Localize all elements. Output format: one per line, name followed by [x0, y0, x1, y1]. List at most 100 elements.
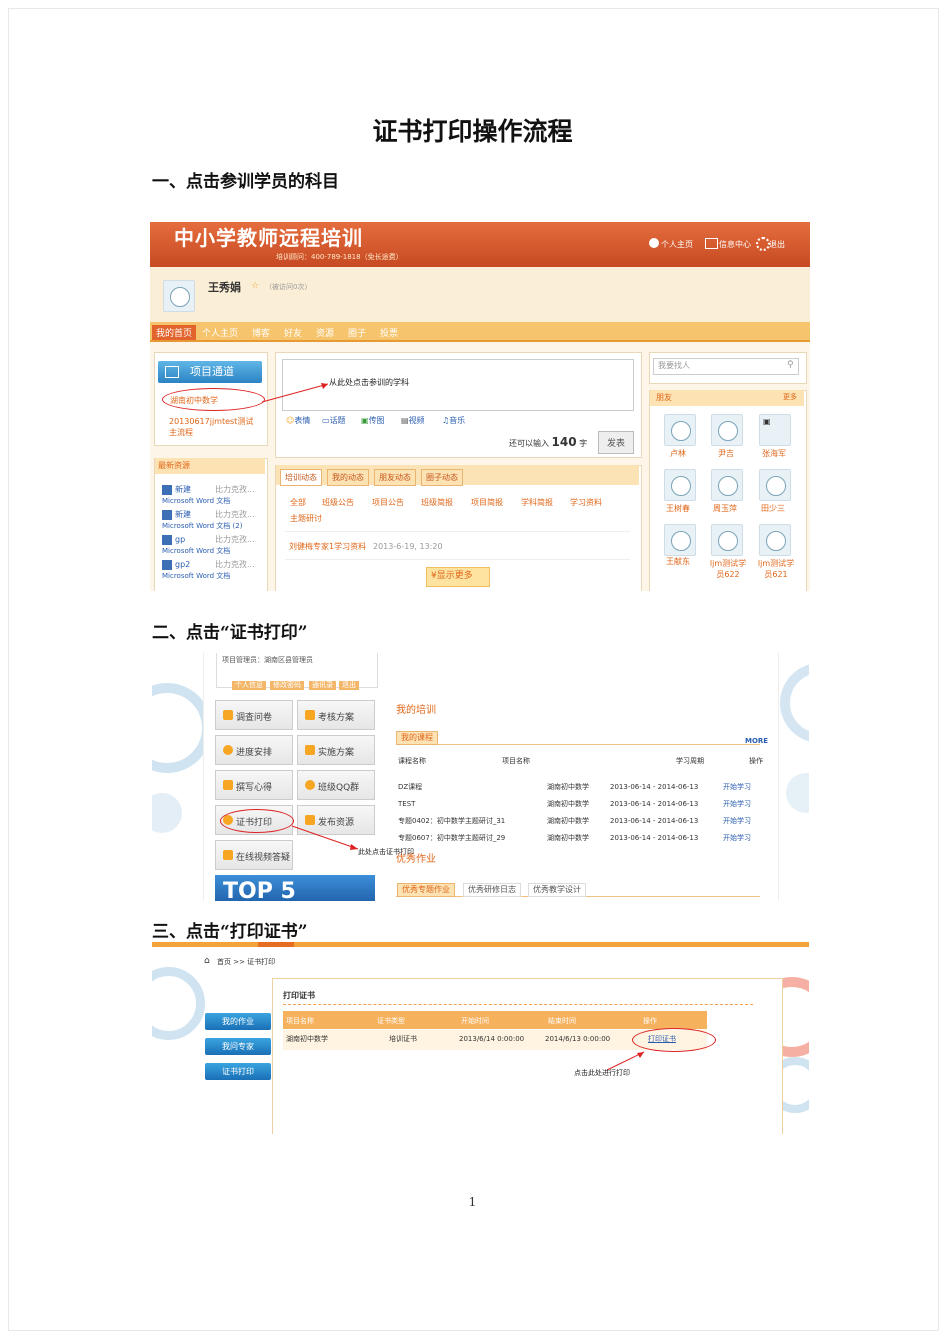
filter-all[interactable]: 全部	[290, 499, 306, 507]
row-project: 湖南初中数学	[286, 1035, 328, 1043]
filter-subject-brief[interactable]: 学科简报	[521, 499, 553, 507]
friends-more-link[interactable]: 更多	[783, 394, 797, 401]
friend-avatar[interactable]	[759, 524, 791, 556]
search-input[interactable]: 我要找人 ⚲	[653, 358, 799, 375]
friend-avatar[interactable]	[664, 524, 696, 556]
tab-circles-feed[interactable]: 圈子动态	[421, 469, 463, 486]
nav-friends[interactable]: 好友	[280, 325, 306, 340]
friend-avatar[interactable]	[759, 469, 791, 501]
link-personal-home[interactable]: 个人主页	[661, 241, 693, 249]
menu-video-qa[interactable]: 在线视频答疑	[215, 840, 293, 870]
tool-video[interactable]: ▤视频	[401, 417, 425, 425]
resource-name[interactable]: gp2	[175, 561, 190, 569]
friend-name[interactable]: 田少三	[761, 505, 785, 513]
tab-excellent-journal[interactable]: 优秀研修日志	[463, 883, 521, 897]
friend-name[interactable]: ljm测试学员621	[754, 558, 798, 580]
word-doc-icon	[162, 485, 172, 495]
friend-name[interactable]: 周玉萍	[713, 505, 737, 513]
annotation-click-print: 点击此处进行打印	[574, 1069, 630, 1077]
friend-avatar[interactable]	[711, 469, 743, 501]
friend-name[interactable]: 尹吉	[718, 450, 734, 458]
home-icon[interactable]: ⌂	[204, 957, 210, 966]
resource-name[interactable]: 新建	[175, 486, 191, 494]
avatar	[163, 280, 195, 312]
side-btn-certificate-print[interactable]: 证书打印	[205, 1063, 271, 1080]
nav-my-home[interactable]: 我的首页	[152, 325, 197, 340]
tab-my-courses[interactable]: 我的课程	[396, 731, 438, 745]
start-learning-link[interactable]: 开始学习	[723, 835, 751, 842]
more-link[interactable]: MORE	[745, 738, 768, 745]
resource-sub: Microsoft Word 文档	[162, 497, 231, 505]
col-operation: 操作	[643, 1017, 657, 1025]
course-name: TEST	[398, 800, 416, 808]
friend-avatar[interactable]: ▣	[759, 414, 791, 446]
publish-button[interactable]: 发表	[598, 431, 635, 454]
start-learning-link[interactable]: 开始学习	[723, 801, 751, 808]
friend-name[interactable]: 王树春	[666, 505, 690, 513]
friend-name[interactable]: ljm测试学员622	[706, 558, 750, 580]
menu-implementation-plan[interactable]: 实施方案	[297, 735, 375, 765]
tab-change-password[interactable]: 修改密码	[270, 681, 304, 690]
nav-vote[interactable]: 投票	[376, 325, 402, 340]
filter-class-brief[interactable]: 班级简报	[421, 499, 453, 507]
friend-avatar[interactable]	[711, 414, 743, 446]
tab-training-feed[interactable]: 培训动态	[280, 469, 322, 486]
resource-name[interactable]: gp	[175, 536, 185, 544]
show-more-button[interactable]: ¥显示更多	[426, 567, 490, 587]
menu-qq-group[interactable]: 班级QQ群	[297, 770, 375, 800]
tab-excellent-design[interactable]: 优秀教学设计	[528, 883, 586, 897]
search-placeholder: 我要找人	[658, 361, 690, 370]
menu-survey[interactable]: 调查问卷	[215, 700, 293, 730]
tool-emoji[interactable]: ☺表情	[286, 417, 310, 425]
friend-avatar[interactable]	[664, 414, 696, 446]
filter-topic-discussion[interactable]: 主题研讨	[290, 515, 322, 523]
start-learning-link[interactable]: 开始学习	[723, 784, 751, 791]
project-link-test[interactable]: 20130617jjmtest测试主流程	[169, 416, 259, 438]
tool-topic[interactable]: ▭话题	[322, 417, 346, 425]
menu-assessment-plan[interactable]: 考核方案	[297, 700, 375, 730]
screenshot-training-page: 项目管理员：湖南区县管理员 个人信息 修改密码 通讯录 退出 调查问卷 考核方案…	[152, 653, 809, 901]
word-doc-icon	[162, 510, 172, 520]
menu-progress[interactable]: 进度安排	[215, 735, 293, 765]
tab-excellent-topic-work[interactable]: 优秀专题作业	[397, 883, 455, 897]
friend-avatar[interactable]	[711, 524, 743, 556]
filter-project-brief[interactable]: 项目简报	[471, 499, 503, 507]
tab-logout[interactable]: 退出	[339, 681, 359, 690]
site-title: 中小学教师远程培训	[174, 226, 363, 250]
start-learning-link[interactable]: 开始学习	[723, 818, 751, 825]
show-more-label: ¥显示更多	[431, 571, 473, 581]
active-stripe	[258, 942, 294, 947]
mail-icon	[705, 238, 718, 249]
filter-study-material[interactable]: 学习资料	[570, 499, 602, 507]
tool-image[interactable]: ▣传图	[361, 417, 385, 425]
tab-personal-info[interactable]: 个人信息	[232, 681, 266, 690]
tool-music[interactable]: ♫音乐	[442, 417, 465, 425]
course-name: 专题0607：初中数学主题研讨_29	[398, 834, 506, 842]
resource-name[interactable]: 新建	[175, 511, 191, 519]
filter-project-notice[interactable]: 项目公告	[372, 499, 404, 507]
tab-friends-feed[interactable]: 朋友动态	[374, 469, 416, 486]
menu-write-reflection[interactable]: 撰写心得	[215, 770, 293, 800]
side-btn-ask-expert[interactable]: 我问专家	[205, 1038, 271, 1055]
link-message-center[interactable]: 信息中心	[719, 241, 751, 249]
feed-item-link[interactable]: 刘健梅专家1学习资料	[289, 543, 366, 551]
tab-contacts[interactable]: 通讯录	[309, 681, 336, 690]
tab-my-feed[interactable]: 我的动态	[327, 469, 369, 486]
col-operation: 操作	[749, 757, 763, 765]
side-btn-my-homework[interactable]: 我的作业	[205, 1013, 271, 1030]
top5-text: TOP 5	[223, 879, 296, 902]
resource-author: 比力克孜...	[215, 510, 255, 519]
nav-circles[interactable]: 圈子	[344, 325, 370, 340]
nav-blog[interactable]: 博客	[248, 325, 274, 340]
filter-class-notice[interactable]: 班级公告	[322, 499, 354, 507]
friend-avatar[interactable]	[664, 469, 696, 501]
nav-personal-home[interactable]: 个人主页	[198, 325, 242, 340]
top5-banner[interactable]: TOP 5	[215, 875, 375, 901]
friends-title: 朋友	[656, 393, 672, 402]
link-logout[interactable]: 退出	[769, 241, 785, 249]
search-icon[interactable]: ⚲	[787, 361, 794, 370]
friend-name[interactable]: 卢林	[670, 450, 686, 458]
friend-name[interactable]: 王献东	[666, 558, 690, 566]
nav-resources[interactable]: 资源	[312, 325, 338, 340]
friend-name[interactable]: 张海军	[762, 450, 786, 458]
